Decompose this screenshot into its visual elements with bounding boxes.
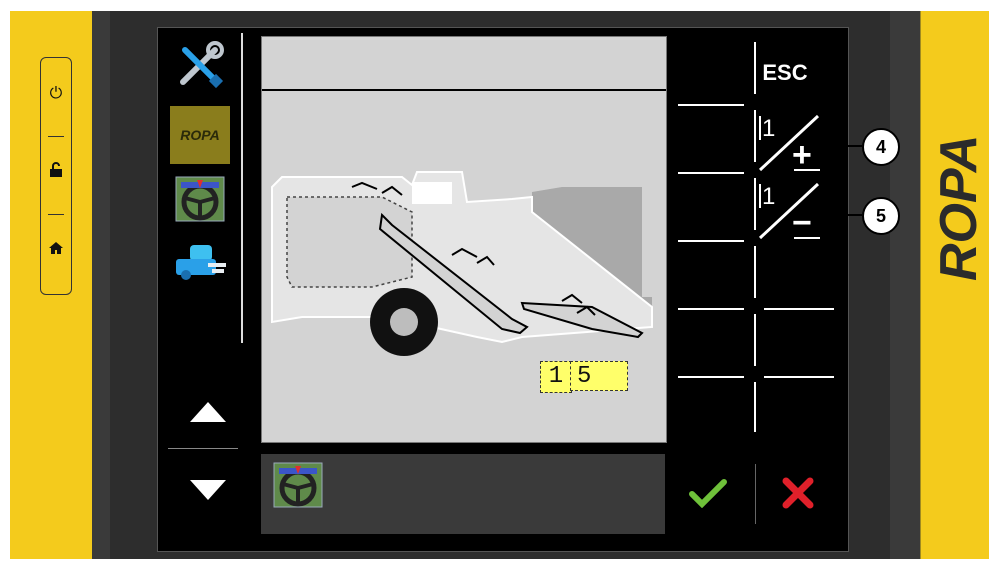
callout-leader	[832, 214, 862, 216]
ropa-tile-label: ROPA	[180, 127, 220, 143]
increment-step: 1	[762, 115, 775, 142]
scroll-up-button[interactable]	[188, 398, 228, 428]
softkey-divider	[678, 172, 744, 174]
callout-4: 4	[862, 128, 900, 166]
softkey-divider	[764, 376, 834, 378]
softkey-divider	[678, 240, 744, 242]
machine-diagram-panel: 1 5	[261, 36, 667, 443]
plus-icon: +	[792, 136, 812, 174]
home-key[interactable]	[41, 230, 71, 270]
esc-button[interactable]: ESC	[756, 60, 814, 86]
footer-divider	[755, 464, 756, 524]
power-key[interactable]: ⏻	[41, 74, 71, 114]
checkmark-icon	[689, 479, 727, 508]
unlock-key[interactable]	[41, 152, 71, 192]
softkey-divider	[678, 376, 744, 378]
increment-button[interactable]: 1 +	[754, 110, 824, 174]
sidebar-item-settings[interactable]	[170, 36, 230, 94]
softkey-divider	[764, 308, 834, 310]
status-bar	[261, 454, 665, 534]
softkey-divider	[754, 246, 756, 298]
steering-wheel-icon	[175, 176, 225, 222]
wrench-screwdriver-icon	[180, 41, 224, 89]
scroll-down-button[interactable]	[188, 474, 228, 504]
softkey-divider	[678, 308, 744, 310]
sidebar-divider	[241, 33, 243, 343]
hydraulic-pump-icon	[176, 245, 226, 280]
callout-5: 5	[862, 197, 900, 235]
close-icon	[782, 477, 814, 509]
decrement-step: 1	[762, 183, 775, 210]
ropa-brand-logo: ROPA	[930, 135, 986, 281]
home-icon	[48, 241, 64, 260]
hardware-keypad: ⏻	[40, 57, 72, 295]
sidebar-separator	[168, 448, 238, 449]
keypad-divider	[48, 214, 64, 215]
sidebar-item-driving[interactable]	[170, 170, 230, 228]
value-digit-tens: 1	[540, 361, 572, 393]
steering-wheel-icon	[273, 462, 323, 508]
decrement-button[interactable]: 1 −	[754, 178, 824, 242]
keypad-divider	[48, 136, 64, 137]
svg-text:ROPA: ROPA	[930, 135, 986, 281]
softkey-divider	[754, 314, 756, 366]
softkey-divider	[754, 382, 756, 432]
power-icon: ⏻	[49, 85, 63, 102]
right-bezel-edge	[890, 11, 920, 559]
confirm-button[interactable]	[668, 458, 748, 528]
softkey-divider	[678, 104, 744, 106]
minus-icon: −	[792, 204, 812, 242]
cancel-button[interactable]	[758, 458, 838, 528]
display-screen: ROPA 1 5 ESC 1 + 1 −	[157, 27, 849, 552]
sidebar-item-ropa[interactable]: ROPA	[170, 106, 230, 164]
value-digit-ones: 5	[570, 361, 628, 391]
left-bezel-edge	[92, 11, 110, 559]
unlock-icon	[49, 161, 63, 183]
sidebar-item-hydraulics[interactable]	[170, 234, 230, 292]
menu-sidebar: ROPA	[158, 28, 248, 551]
callout-leader	[832, 145, 862, 147]
